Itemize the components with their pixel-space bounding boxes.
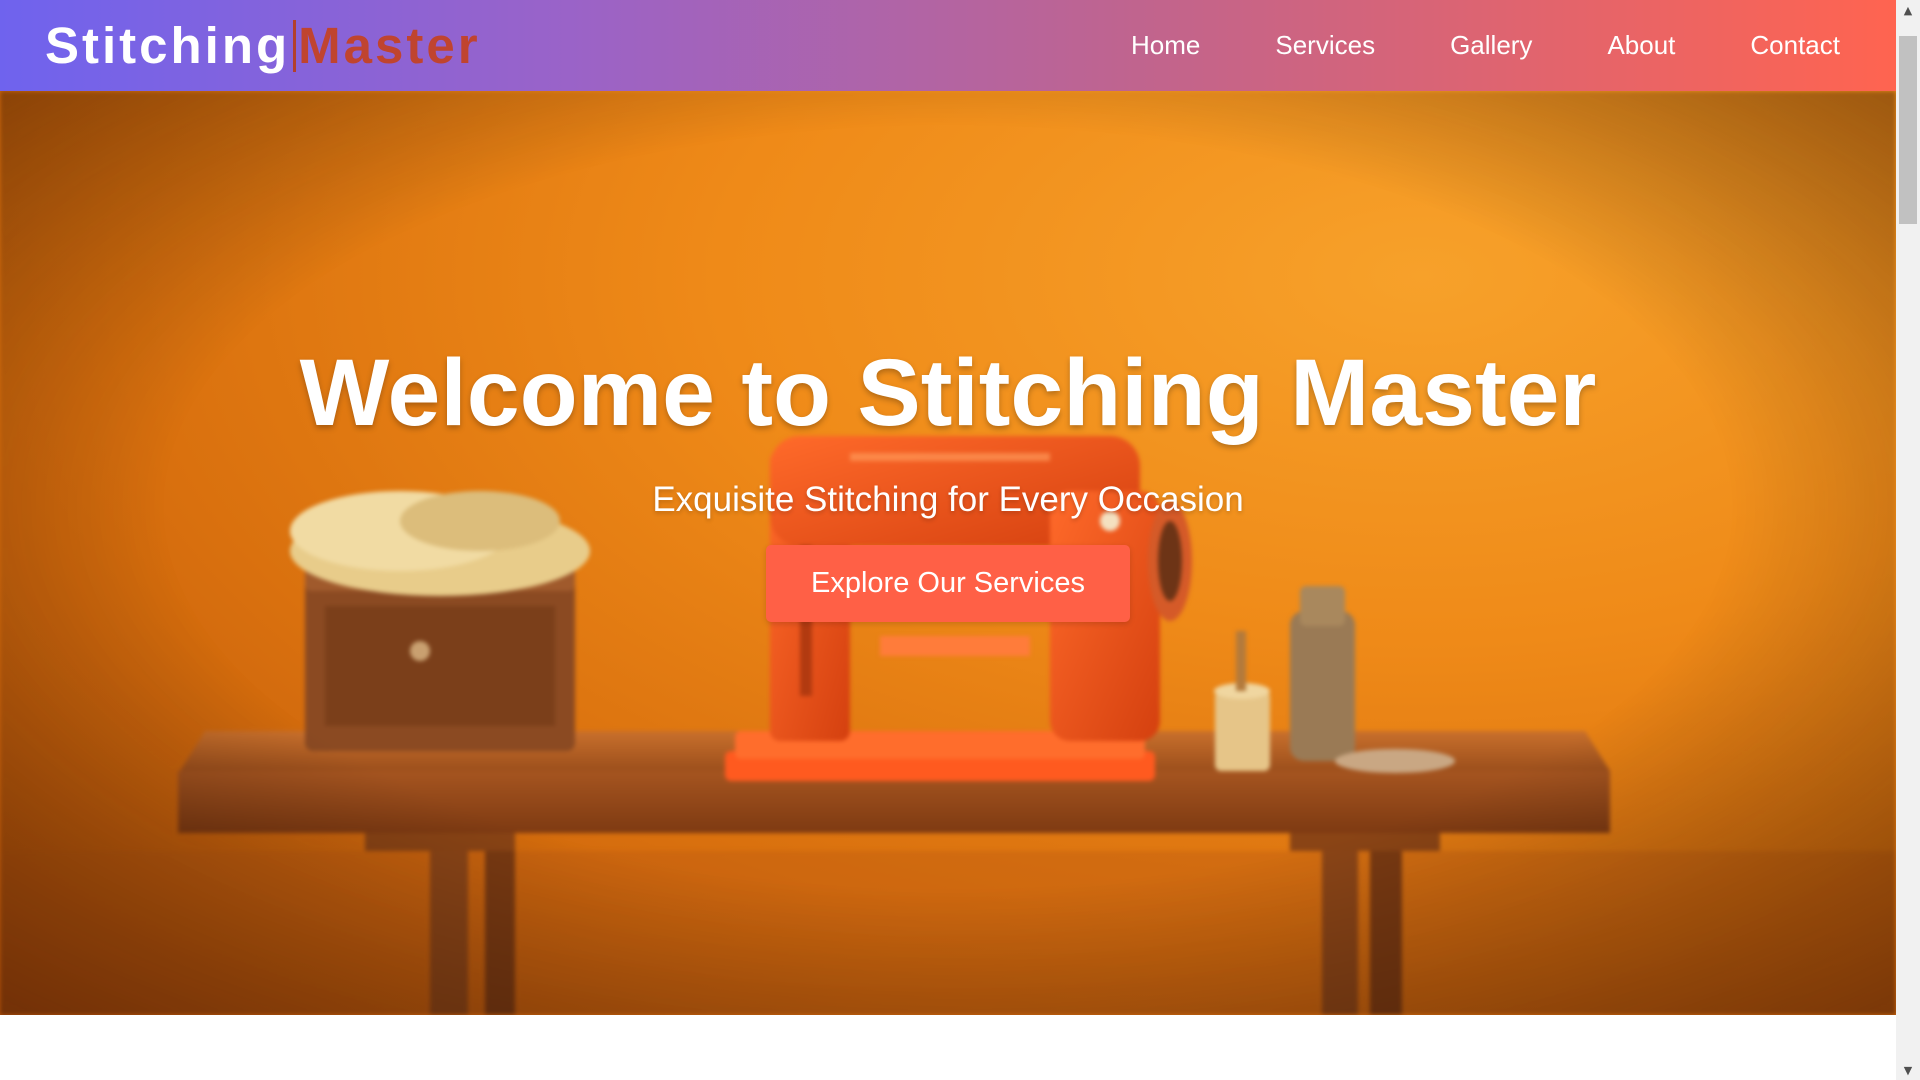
scroll-up-arrow-icon[interactable]: ▲ xyxy=(1896,0,1920,20)
nav-link-services[interactable]: Services xyxy=(1275,30,1375,61)
nav-link-about[interactable]: About xyxy=(1607,30,1675,61)
hero-content: Welcome to Stitching Master Exquisite St… xyxy=(0,91,1896,1015)
navbar: Stitching Master Home Services Gallery A… xyxy=(0,0,1896,91)
nav-link-home[interactable]: Home xyxy=(1131,30,1200,61)
scroll-down-arrow-icon[interactable]: ▼ xyxy=(1896,1060,1920,1080)
hero-section: Welcome to Stitching Master Exquisite St… xyxy=(0,91,1896,1015)
hero-title: Welcome to Stitching Master xyxy=(299,340,1597,446)
explore-services-button[interactable]: Explore Our Services xyxy=(766,544,1130,622)
nav-links: Home Services Gallery About Contact xyxy=(1056,30,1840,61)
page-viewport: Stitching Master Home Services Gallery A… xyxy=(0,0,1896,1080)
nav-link-gallery[interactable]: Gallery xyxy=(1450,30,1532,61)
hero-subtitle: Exquisite Stitching for Every Occasion xyxy=(652,479,1244,519)
site-logo[interactable]: Stitching Master xyxy=(45,16,481,76)
logo-text-master: Master xyxy=(298,17,481,74)
nav-link-contact[interactable]: Contact xyxy=(1750,30,1840,61)
logo-text-stitching: Stitching xyxy=(45,17,291,74)
logo-cursor-caret xyxy=(293,19,297,72)
vertical-scrollbar[interactable]: ▲ ▼ xyxy=(1896,0,1920,1080)
scrollbar-thumb[interactable] xyxy=(1899,36,1917,224)
